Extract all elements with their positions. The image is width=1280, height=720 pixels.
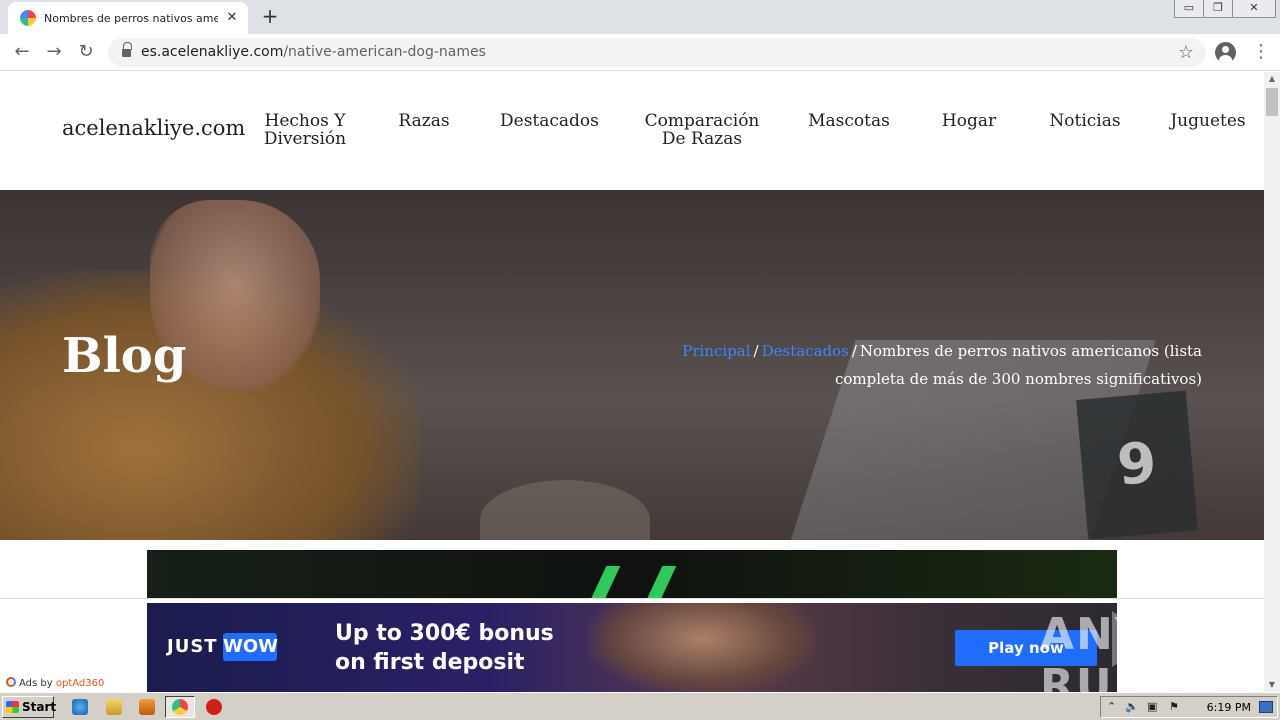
ad-logo-mark <box>587 566 677 600</box>
ads-by-label[interactable]: Ads by optAd360 <box>6 677 104 689</box>
nav-label-line2: De Razas <box>661 129 743 149</box>
browser-tab[interactable]: Nombres de perros nativos americanos (li… <box>8 2 248 34</box>
sticky-ad-bar: JUST WOW Up to 300€ bonus on first depos… <box>0 598 1264 711</box>
network-icon[interactable]: ▣ <box>1147 700 1157 713</box>
breadcrumb-current: Nombres de perros nativos americanos (li… <box>834 342 1202 388</box>
nav-item-hechos-y-diversion[interactable]: Hechos Y Diversión <box>258 112 352 148</box>
breadcrumb: Principal / Destacados / Nombres de perros n… <box>682 337 1202 393</box>
chrome-favicon-icon <box>20 10 36 26</box>
ad-headline: Up to 300€ bonus on first deposit <box>335 619 554 677</box>
nav-item-mascotas[interactable]: Mascotas <box>806 112 892 130</box>
inline-ad-banner[interactable] <box>147 550 1117 600</box>
breadcrumb-separator: / <box>851 342 857 360</box>
ads-brand-name: optAd360 <box>55 678 105 689</box>
ad-headline-line1: Up to 300€ bonus <box>335 621 554 646</box>
breadcrumb-home-link[interactable]: Principal <box>682 342 750 360</box>
breadcrumb-category-link[interactable]: Destacados <box>762 342 849 360</box>
hero-banner: 9 Blog Principal / Destacados / Nombres de p… <box>0 190 1264 540</box>
windows-logo-icon <box>6 701 19 713</box>
nav-label-line2: Diversión <box>263 129 347 149</box>
nav-item-noticias[interactable]: Noticias <box>1046 112 1124 130</box>
nav-label: Mascotas <box>808 111 890 131</box>
nav-item-destacados[interactable]: Destacados <box>500 111 599 131</box>
taskbar-chrome-item[interactable] <box>165 696 195 718</box>
scroll-down-arrow-icon[interactable]: ▼ <box>1264 680 1280 690</box>
hero-photo-number-sign: 9 <box>1076 390 1198 540</box>
file-explorer-icon[interactable] <box>106 699 122 715</box>
nav-label: Noticias <box>1049 111 1121 131</box>
opera-icon[interactable] <box>206 699 222 715</box>
ads-by-text: Ads by <box>19 678 53 689</box>
url-path: /native-american-dog-names <box>283 44 486 60</box>
system-tray: ⌃ 🔈 ▣ ⚑ 6:19 PM <box>1100 696 1278 718</box>
volume-icon[interactable]: 🔈 <box>1125 700 1139 713</box>
site-header: acelenakliye.com Hechos Y Diversión Raza… <box>0 72 1264 190</box>
back-arrow-icon[interactable]: ← <box>10 40 34 64</box>
windows-taskbar: Start ⌃ 🔈 ▣ ⚑ 6:19 PM <box>0 692 1280 720</box>
ad-photo-person <box>587 603 817 693</box>
reload-icon[interactable]: ↻ <box>74 40 98 64</box>
chrome-icon <box>172 699 188 715</box>
start-label: Start <box>22 700 57 714</box>
optad360-logo-icon <box>6 677 16 687</box>
show-desktop-icon[interactable] <box>1259 701 1273 713</box>
start-button[interactable]: Start <box>2 696 57 718</box>
tab-title: Nombres de perros nativos americanos (li… <box>44 11 218 25</box>
breadcrumb-separator: / <box>753 342 759 360</box>
forward-arrow-icon[interactable]: → <box>42 40 66 64</box>
media-player-icon[interactable] <box>139 699 155 715</box>
site-logo[interactable]: acelenakliye.com <box>62 116 245 140</box>
nav-item-comparacion-de-razas[interactable]: Comparación De Razas <box>640 112 764 148</box>
page-title: Blog <box>62 328 187 384</box>
window-close-button[interactable]: ✕ <box>1232 0 1276 18</box>
url-text[interactable]: es.acelenakliye.com/native-american-dog-… <box>141 44 486 60</box>
nav-item-razas[interactable]: Razas <box>392 112 456 130</box>
minimize-button[interactable]: ▭ <box>1174 0 1204 18</box>
ad-headline-line2: on first deposit <box>335 650 525 675</box>
bookmark-star-icon[interactable]: ☆ <box>1178 42 1194 63</box>
new-tab-button[interactable]: + <box>258 5 282 29</box>
taskbar-clock[interactable]: 6:19 PM <box>1207 701 1251 714</box>
window-controls: ▭ ❐ ✕ <box>1174 0 1276 18</box>
ad-brand-wow: WOW <box>223 633 278 661</box>
url-host: es.acelenakliye.com <box>141 44 284 60</box>
scroll-thumb[interactable] <box>1266 88 1278 116</box>
nav-label: Razas <box>398 111 450 131</box>
profile-avatar-icon[interactable] <box>1215 42 1236 63</box>
ad-brand-just: JUST <box>167 636 218 657</box>
page-scrollbar[interactable]: ▲ ▼ <box>1264 72 1280 692</box>
address-bar[interactable]: es.acelenakliye.com/native-american-dog-… <box>108 38 1206 67</box>
restore-button[interactable]: ❐ <box>1203 0 1233 18</box>
lock-icon[interactable] <box>122 42 132 58</box>
hero-photo-cup <box>480 480 650 540</box>
scroll-up-arrow-icon[interactable]: ▲ <box>1264 74 1280 84</box>
nav-label: Destacados <box>500 111 599 131</box>
tray-expand-icon[interactable]: ⌃ <box>1107 700 1116 713</box>
tab-close-icon[interactable]: ✕ <box>224 10 240 26</box>
internet-explorer-icon[interactable] <box>72 699 88 715</box>
nav-label: Hogar <box>941 111 997 131</box>
nav-label-line1: Hechos Y <box>264 111 346 131</box>
more-menu-icon[interactable]: ⋮ <box>1252 42 1270 62</box>
nav-item-juguetes[interactable]: Juguetes <box>1164 112 1252 130</box>
nav-item-hogar[interactable]: Hogar <box>936 112 1002 130</box>
nav-label: Juguetes <box>1170 111 1246 131</box>
tab-strip: Nombres de perros nativos americanos (li… <box>0 0 1280 34</box>
action-center-flag-icon[interactable]: ⚑ <box>1169 700 1179 713</box>
browser-toolbar: ← → ↻ es.acelenakliye.com/native-america… <box>0 34 1280 71</box>
casino-ad-banner[interactable]: JUST WOW Up to 300€ bonus on first depos… <box>147 603 1117 693</box>
nav-label-line1: Comparación <box>644 111 760 131</box>
